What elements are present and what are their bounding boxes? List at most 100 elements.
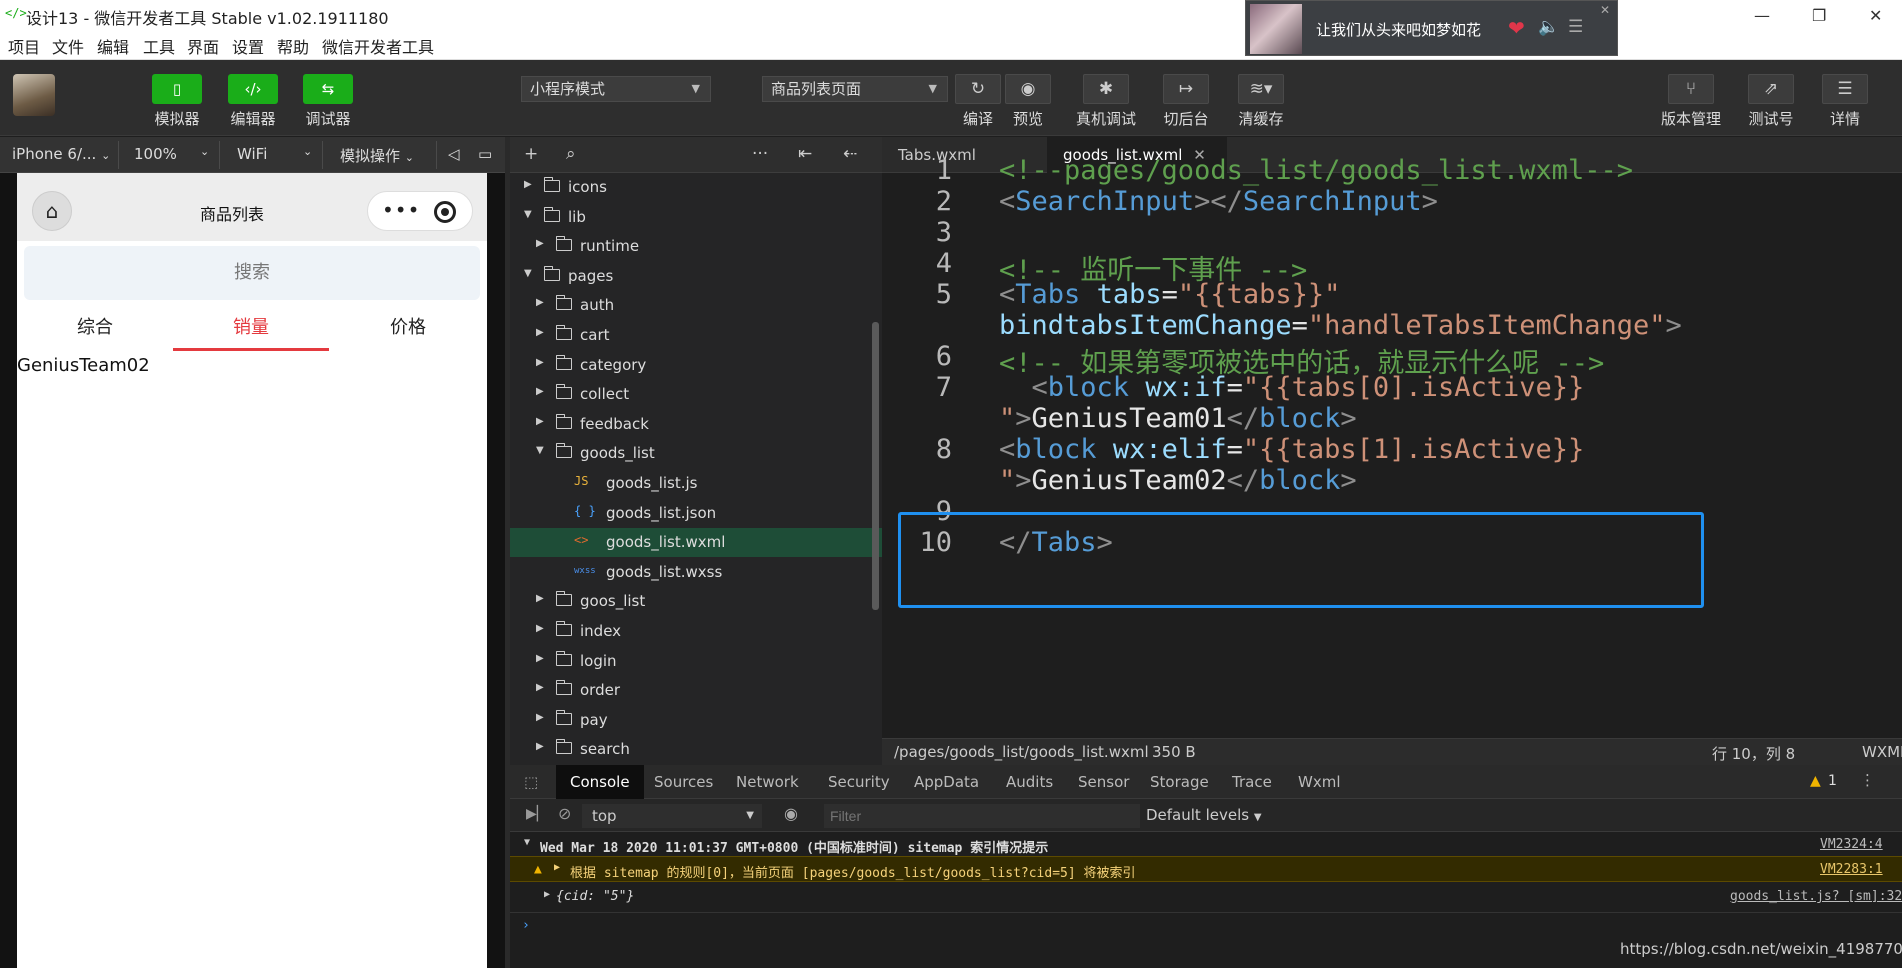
debugger-toggle-button[interactable]: ⇆ <box>303 74 353 104</box>
simulate-action-select[interactable]: 模拟操作 ⌄ <box>340 145 414 166</box>
tree-item[interactable]: ▼ pages <box>510 262 882 291</box>
chevron-right-icon[interactable]: ▶ <box>536 653 544 664</box>
device-select[interactable]: iPhone 6/... ⌄ <box>12 145 110 163</box>
chevron-down-icon[interactable]: ⌄ <box>200 145 209 158</box>
tree-item[interactable]: wxss goods_list.wxss <box>510 558 882 587</box>
chevron-right-icon[interactable]: ▶ <box>536 357 544 368</box>
console-object-row[interactable]: ▶ {cid: "5"} goods_list.js? [sm]:32 <box>510 884 1902 910</box>
zoom-select[interactable]: 100% <box>134 145 177 163</box>
console-source-link[interactable]: VM2283:1 <box>1820 862 1883 877</box>
close-icon[interactable]: ✕ <box>1600 3 1610 17</box>
tree-item[interactable]: JS goods_list.js <box>510 469 882 498</box>
console-source-link[interactable]: goods_list.js? [sm]:32 <box>1730 889 1902 904</box>
window-icon[interactable]: ▭ <box>478 145 492 163</box>
chevron-right-icon[interactable]: ▶ <box>536 741 544 752</box>
tree-item[interactable]: { } goods_list.json <box>510 499 882 528</box>
console-prompt-row[interactable]: › <box>510 912 1902 938</box>
version-button[interactable]: ⑂ <box>1668 74 1714 104</box>
tab-price[interactable]: 价格 <box>330 311 486 351</box>
mode-select[interactable]: 小程序模式 ▼ <box>521 76 711 102</box>
expand-icon[interactable]: ▶ <box>554 862 560 873</box>
language-mode[interactable]: WXML <box>1862 743 1902 761</box>
tree-item[interactable]: ▶ collect <box>510 380 882 409</box>
more-icon[interactable]: ••• <box>382 198 420 222</box>
devtools-tab-sensor[interactable]: Sensor <box>1064 765 1143 799</box>
minimize-button[interactable]: — <box>1754 6 1770 25</box>
device-debug-button[interactable]: ✱ <box>1083 74 1129 104</box>
menu-tools[interactable]: 工具 <box>143 34 175 58</box>
collapse-icon[interactable]: ⇤ <box>798 144 812 164</box>
tree-item[interactable]: ▶ index <box>510 617 882 646</box>
details-button[interactable]: ☰ <box>1822 74 1868 104</box>
expand-icon[interactable]: ▶ <box>544 889 550 900</box>
editor-toggle-button[interactable]: ‹/› <box>228 74 278 104</box>
clear-cache-button[interactable]: ≋▾ <box>1238 74 1284 104</box>
chevron-right-icon[interactable]: ▶ <box>536 327 544 338</box>
search-icon[interactable]: ⌕ <box>566 144 576 164</box>
devtools-tab-storage[interactable]: Storage <box>1136 765 1223 799</box>
tree-item[interactable]: ▼ lib <box>510 203 882 232</box>
devtools-tab-console[interactable]: Console <box>556 765 644 799</box>
add-icon[interactable]: + <box>524 144 538 164</box>
tree-item[interactable]: ▶ category <box>510 351 882 380</box>
devtools-tab-network[interactable]: Network <box>722 765 813 799</box>
capsule-button[interactable]: ••• <box>367 191 473 231</box>
code-line[interactable]: <block wx:elif="{{tabs[1].isActive}} <box>999 434 1584 465</box>
compile-button[interactable]: ↻ <box>955 74 1001 104</box>
volume-icon[interactable]: 🔈 <box>1538 17 1559 37</box>
tree-item[interactable]: ▼ goods_list <box>510 439 882 468</box>
code-line[interactable]: <Tabs tabs="{{tabs}}" <box>999 279 1340 310</box>
music-notification[interactable]: 让我们从头来吧如梦如花 ❤ 🔈 ☰ ✕ <box>1245 0 1618 56</box>
tree-item[interactable]: ▶ goos_list <box>510 587 882 616</box>
chevron-down-icon[interactable]: ▼ <box>536 445 544 456</box>
speaker-icon[interactable]: ◁ <box>448 145 460 163</box>
more-icon[interactable]: ··· <box>752 144 768 164</box>
code-line[interactable]: bindtabsItemChange="handleTabsItemChange… <box>999 310 1682 341</box>
expand-icon[interactable]: ▼ <box>524 837 530 848</box>
tree-item[interactable]: ▶ pay <box>510 706 882 735</box>
menu-file[interactable]: 文件 <box>52 34 84 58</box>
console-group-row[interactable]: ▼ Wed Mar 18 2020 11:01:37 GMT+0800 (中国标… <box>510 832 1902 858</box>
levels-select[interactable]: Default levels ▼ <box>1146 806 1262 824</box>
maximize-button[interactable]: ❐ <box>1812 6 1826 25</box>
tree-item[interactable]: ▶ login <box>510 647 882 676</box>
tree-item[interactable]: ▶ cart <box>510 321 882 350</box>
tab-comprehensive[interactable]: 综合 <box>17 311 173 351</box>
chevron-down-icon[interactable]: ▼ <box>524 209 532 220</box>
chevron-right-icon[interactable]: ▶ <box>536 623 544 634</box>
chevron-right-icon[interactable]: ▶ <box>536 682 544 693</box>
avatar[interactable] <box>13 74 55 116</box>
devtools-tab-sources[interactable]: Sources <box>640 765 727 799</box>
menu-interface[interactable]: 界面 <box>187 34 219 58</box>
cursor-position[interactable]: 行 10，列 8 <box>1712 743 1795 764</box>
kebab-menu-icon[interactable]: ⋮ <box>1860 771 1875 789</box>
search-input[interactable]: 搜索 <box>24 246 480 300</box>
file-tree-scrollbar[interactable] <box>872 322 879 610</box>
chevron-right-icon[interactable]: ▶ <box>536 593 544 604</box>
tree-item[interactable]: ▶ feedback <box>510 410 882 439</box>
menu-project[interactable]: 项目 <box>8 34 40 58</box>
tree-item[interactable]: ▶ icons <box>510 173 882 202</box>
simulator-toggle-button[interactable]: ▯ <box>152 74 202 104</box>
code-line[interactable]: ">GeniusTeam01</block> <box>999 403 1357 434</box>
clear-console-icon[interactable]: ⊘ <box>558 804 571 823</box>
code-editor[interactable]: 1 <!--pages/goods_list/goods_list.wxml-->… <box>882 155 1902 738</box>
console-warning-row[interactable]: ▲ ▶ 根据 sitemap 的规则[0]，当前页面 [pages/goods_… <box>510 856 1902 882</box>
code-line[interactable]: ">GeniusTeam02</block> <box>999 465 1357 496</box>
devtools-tab-appdata[interactable]: AppData <box>900 765 993 799</box>
menu-settings[interactable]: 设置 <box>232 34 264 58</box>
home-icon[interactable]: ⌂ <box>32 191 72 231</box>
test-account-button[interactable]: ⇗ <box>1748 74 1794 104</box>
code-line[interactable]: <SearchInput></SearchInput> <box>999 186 1438 217</box>
close-window-button[interactable]: ✕ <box>1869 6 1882 25</box>
eye-icon[interactable]: ◉ <box>784 804 798 823</box>
devtools-tab-wxml[interactable]: Wxml <box>1284 765 1355 799</box>
network-select[interactable]: WiFi <box>237 145 267 163</box>
chevron-down-icon[interactable]: ▼ <box>524 268 532 279</box>
preview-button[interactable]: ◉ <box>1005 74 1051 104</box>
console-source-link[interactable]: VM2324:4 <box>1820 837 1883 852</box>
tree-item[interactable]: ▶ search <box>510 735 882 764</box>
devtools-tab-trace[interactable]: Trace <box>1218 765 1286 799</box>
menu-help[interactable]: 帮助 <box>277 34 309 58</box>
sidebar-toggle-icon[interactable]: ▶▏ <box>526 806 548 822</box>
